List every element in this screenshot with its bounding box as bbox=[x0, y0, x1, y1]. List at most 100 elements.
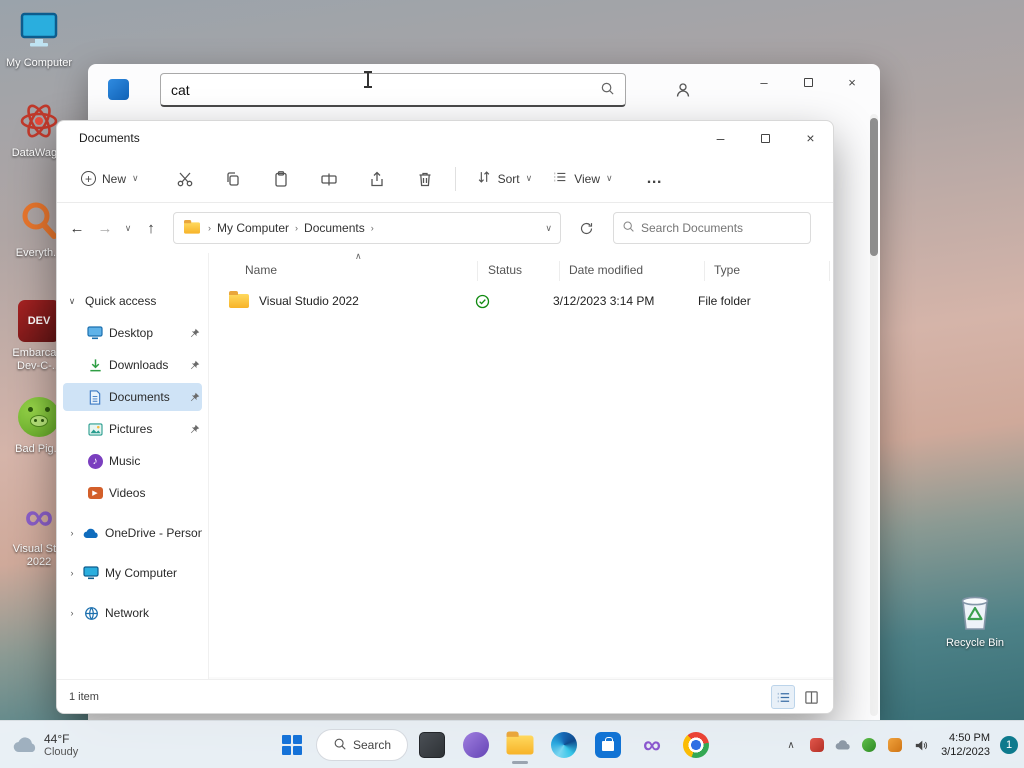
clock[interactable]: 4:50 PM 3/12/2023 bbox=[935, 731, 996, 759]
more-options-button[interactable]: … bbox=[637, 161, 673, 197]
pin-icon bbox=[186, 392, 202, 403]
windows-logo-icon bbox=[282, 735, 302, 755]
sidebar-item-label: Music bbox=[109, 454, 141, 468]
chrome-icon bbox=[683, 732, 709, 758]
taskbar-store[interactable] bbox=[588, 725, 628, 765]
pictures-folder-icon bbox=[85, 422, 105, 436]
taskbar-edge[interactable] bbox=[544, 725, 584, 765]
desktop: My Computer DataWag... Everyth... DEV Em… bbox=[0, 0, 1024, 768]
delete-button[interactable] bbox=[407, 161, 443, 197]
command-bar: + New ∨ Sort ∨ View ∨ … bbox=[57, 155, 833, 203]
desktop-icon-my-computer[interactable]: My Computer bbox=[0, 8, 78, 70]
desktop-icon-recycle-bin[interactable]: Recycle Bin bbox=[936, 588, 1014, 650]
time: 4:50 PM bbox=[949, 732, 990, 744]
column-header-name[interactable]: Name bbox=[245, 263, 277, 277]
explorer-titlebar[interactable]: Documents – × bbox=[57, 121, 833, 155]
column-header-type[interactable]: Type bbox=[714, 263, 740, 277]
account-button[interactable] bbox=[668, 76, 698, 104]
bg-maximize-button[interactable] bbox=[786, 68, 830, 96]
view-button[interactable]: View ∨ bbox=[542, 162, 622, 196]
taskbar-chrome[interactable] bbox=[676, 725, 716, 765]
address-dropdown-chevron[interactable]: ∨ bbox=[545, 223, 552, 234]
sidebar-item-desktop[interactable]: Desktop bbox=[63, 319, 202, 347]
hidden-icons-chevron[interactable]: ∧ bbox=[779, 729, 803, 761]
search-documents-input[interactable] bbox=[641, 221, 802, 235]
column-header-status[interactable]: Status bbox=[488, 263, 522, 277]
refresh-button[interactable] bbox=[571, 213, 601, 243]
sidebar-item-pictures[interactable]: Pictures bbox=[63, 415, 202, 443]
sidebar-item-downloads[interactable]: Downloads bbox=[63, 351, 202, 379]
search-icon bbox=[622, 220, 635, 236]
breadcrumb-documents[interactable]: Documents bbox=[304, 221, 365, 235]
weather-widget[interactable]: 44°F Cloudy bbox=[6, 726, 84, 764]
taskbar-app-purple[interactable] bbox=[456, 725, 496, 765]
column-header-date-modified[interactable]: Date modified bbox=[569, 263, 643, 277]
tray-icon-2[interactable] bbox=[831, 729, 855, 761]
forward-button[interactable]: → bbox=[91, 213, 119, 243]
copy-button[interactable] bbox=[215, 161, 251, 197]
sidebar-item-label: OneDrive - Personal bbox=[105, 526, 202, 540]
explorer-window[interactable]: Documents – × + New ∨ Sort ∨ View ∨ … ← … bbox=[56, 120, 834, 714]
sidebar-item-quick-access[interactable]: ∨ Quick access bbox=[63, 287, 202, 315]
status-bar: 1 item bbox=[57, 679, 833, 713]
maximize-button[interactable] bbox=[743, 121, 788, 155]
chevron-right-icon[interactable]: › bbox=[63, 528, 81, 538]
sort-button[interactable]: Sort ∨ bbox=[466, 162, 543, 196]
desktop-icon-label: My Computer bbox=[5, 57, 73, 69]
taskbar-file-explorer[interactable] bbox=[500, 725, 540, 765]
file-row-visual-studio-2022[interactable]: Visual Studio 2022 3/12/2023 3:14 PM Fil… bbox=[217, 287, 825, 315]
taskbar-search[interactable]: Search bbox=[316, 729, 408, 761]
bg-search-input[interactable] bbox=[171, 81, 600, 98]
sort-button-label: Sort bbox=[497, 171, 520, 186]
volume-button[interactable] bbox=[909, 729, 933, 761]
paste-button[interactable] bbox=[263, 161, 299, 197]
rename-button[interactable] bbox=[311, 161, 347, 197]
notification-badge[interactable]: 1 bbox=[1000, 736, 1018, 754]
sidebar-item-documents[interactable]: Documents bbox=[63, 383, 202, 411]
cut-button[interactable] bbox=[167, 161, 203, 197]
start-button[interactable] bbox=[272, 725, 312, 765]
chevron-down-icon[interactable]: ∨ bbox=[63, 296, 81, 307]
bg-close-button[interactable]: × bbox=[830, 68, 874, 96]
file-explorer-icon bbox=[506, 731, 534, 755]
taskbar-search-label: Search bbox=[352, 738, 392, 752]
search-box[interactable] bbox=[613, 212, 811, 244]
taskbar-app-snipping[interactable] bbox=[412, 725, 452, 765]
bg-search-box[interactable] bbox=[160, 73, 626, 107]
date: 3/12/2023 bbox=[941, 746, 990, 758]
tray-icon-4[interactable] bbox=[883, 729, 907, 761]
details-view-toggle[interactable] bbox=[771, 685, 795, 709]
search-icon bbox=[333, 737, 347, 754]
visual-studio-icon: ∞ bbox=[643, 731, 661, 759]
sidebar-item-my-computer[interactable]: › My Computer bbox=[63, 559, 202, 587]
onedrive-cloud-icon bbox=[81, 528, 101, 539]
share-button[interactable] bbox=[359, 161, 395, 197]
tray-icon-1[interactable] bbox=[805, 729, 829, 761]
sidebar-item-music[interactable]: ♪ Music bbox=[63, 447, 202, 475]
bg-minimize-button[interactable]: – bbox=[742, 68, 786, 96]
scrollbar-thumb[interactable] bbox=[870, 118, 878, 256]
recent-locations-chevron[interactable]: ∨ bbox=[119, 223, 137, 234]
new-button[interactable]: + New ∨ bbox=[71, 162, 149, 196]
sidebar-item-label: Quick access bbox=[85, 294, 157, 308]
tray-icon-3[interactable] bbox=[857, 729, 881, 761]
pin-icon bbox=[186, 360, 202, 371]
minimize-button[interactable]: – bbox=[698, 121, 743, 155]
chevron-right-icon[interactable]: › bbox=[63, 568, 81, 578]
large-icons-view-toggle[interactable] bbox=[799, 685, 823, 709]
microsoft-store-icon bbox=[595, 732, 621, 758]
breadcrumb-my-computer[interactable]: My Computer bbox=[217, 221, 289, 235]
address-bar[interactable]: › My Computer › Documents › ∨ bbox=[173, 212, 561, 244]
taskbar-visual-studio[interactable]: ∞ bbox=[632, 725, 672, 765]
sidebar-item-videos[interactable]: ▶ Videos bbox=[63, 479, 202, 507]
up-button[interactable]: ↑ bbox=[137, 213, 165, 243]
sidebar-item-network[interactable]: › Network bbox=[63, 599, 202, 627]
chevron-right-icon[interactable]: › bbox=[63, 608, 81, 618]
chevron-right-icon: › bbox=[370, 223, 374, 233]
bg-vertical-scrollbar[interactable] bbox=[870, 114, 878, 716]
item-count: 1 item bbox=[69, 690, 99, 703]
close-button[interactable]: × bbox=[788, 121, 833, 155]
back-button[interactable]: ← bbox=[63, 213, 91, 243]
sidebar-item-onedrive[interactable]: › OneDrive - Personal bbox=[63, 519, 203, 547]
taskbar: 44°F Cloudy Search ∞ ∧ 4:50 PM 3/12/2023… bbox=[0, 720, 1024, 768]
